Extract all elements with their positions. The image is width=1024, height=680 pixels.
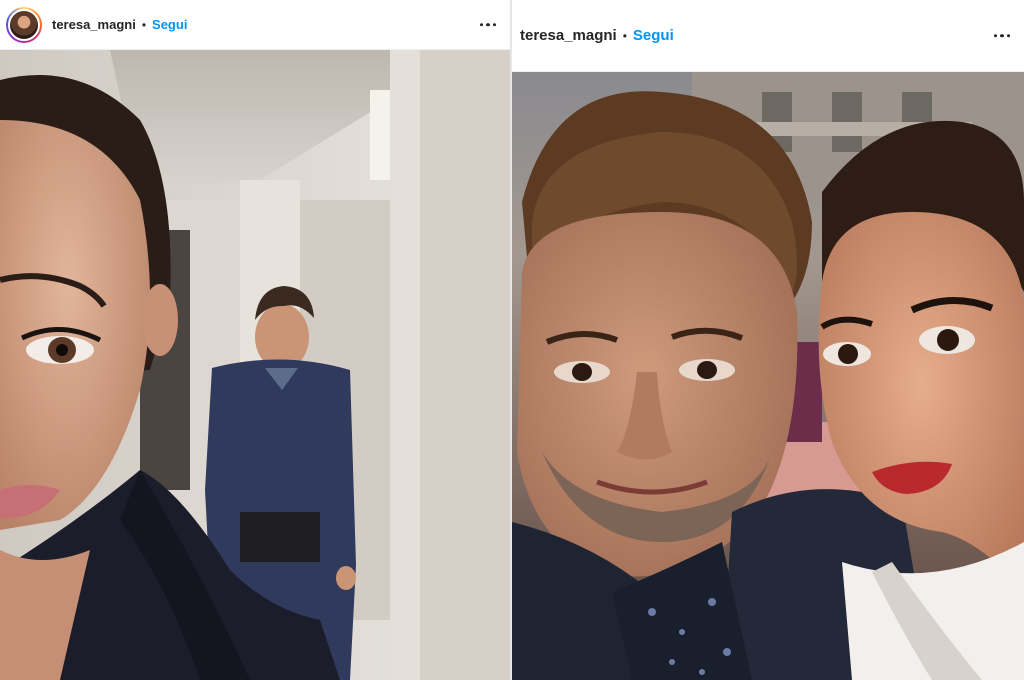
username-link[interactable]: teresa_magni — [520, 27, 617, 44]
post-photo[interactable] — [0, 50, 510, 680]
profile-avatar[interactable] — [6, 6, 42, 43]
follow-button[interactable]: Segui — [633, 27, 674, 44]
separator-dot: • — [141, 17, 147, 32]
more-options-icon[interactable] — [476, 17, 501, 33]
follow-button[interactable]: Segui — [152, 17, 187, 32]
couple-selfie-image — [512, 72, 1024, 680]
avatar-image — [8, 8, 40, 41]
more-options-icon[interactable] — [990, 28, 1015, 44]
post-photo[interactable] — [512, 72, 1024, 680]
instagram-post-right: teresa_magni • Segui — [512, 0, 1024, 680]
post-header: teresa_magni • Segui — [0, 0, 510, 50]
instagram-post-left: teresa_magni • Segui — [0, 0, 510, 680]
separator-dot: • — [622, 28, 627, 43]
username-link[interactable]: teresa_magni — [52, 17, 136, 32]
hallway-selfie-image — [0, 50, 510, 680]
post-header: teresa_magni • Segui — [512, 0, 1024, 72]
